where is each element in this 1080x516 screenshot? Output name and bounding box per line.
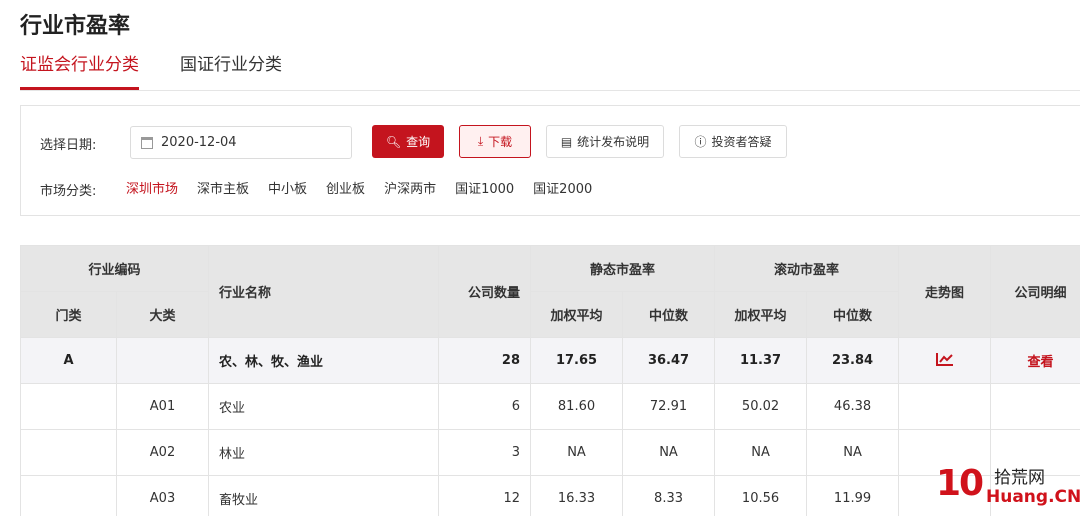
page-title: 行业市盈率 (20, 14, 131, 39)
market-item-shenzhen[interactable]: 深圳市场 (126, 178, 178, 197)
cell-category (20, 383, 117, 430)
cell-rolling-avg: 11.37 (714, 337, 808, 384)
header-static-weighted-avg: 加权平均 (530, 291, 624, 338)
table-row: A01 农业 6 81.60 72.91 50.02 46.38 (20, 383, 1080, 430)
cell-rolling-avg: 50.02 (714, 383, 808, 430)
cell-rolling-median: 46.38 (806, 383, 900, 430)
date-input[interactable]: 2020-12-04 (130, 126, 352, 159)
market-item-chinext[interactable]: 创业板 (326, 178, 365, 197)
date-value: 2020-12-04 (161, 135, 237, 150)
explain-button[interactable]: ▤ 统计发布说明 (546, 125, 664, 158)
question-icon: ⓘ (694, 135, 707, 149)
header-rolling-weighted-avg: 加权平均 (714, 291, 808, 338)
header-rolling-median: 中位数 (806, 291, 900, 338)
header-company-count: 公司数量 (438, 245, 532, 338)
cell-major: A03 (115, 475, 210, 516)
date-label: 选择日期: (40, 138, 97, 153)
table-row: A02 林业 3 NA NA NA NA (20, 429, 1080, 476)
market-list: 深圳市场 深市主板 中小板 创业板 沪深两市 国证1000 国证2000 (126, 178, 611, 197)
market-item-sz-main[interactable]: 深市主板 (197, 178, 249, 197)
cell-industry-name: 农业 (208, 383, 440, 430)
watermark-cn-text: 拾荒网 (994, 468, 1045, 488)
cell-industry-name: 农、林、牧、渔业 (208, 337, 440, 384)
header-major: 大类 (115, 291, 210, 338)
cell-industry-name: 畜牧业 (208, 475, 440, 516)
market-item-cni1000[interactable]: 国证1000 (455, 178, 514, 197)
market-label: 市场分类: (40, 184, 97, 199)
cell-company-count: 3 (438, 429, 532, 476)
watermark-logo-mark: 10 (936, 463, 984, 504)
faq-button[interactable]: ⓘ 投资者答疑 (679, 125, 787, 158)
header-static-pe: 静态市盈率 (530, 245, 716, 292)
cell-category: A (20, 337, 117, 384)
market-item-sh-sz[interactable]: 沪深两市 (384, 178, 436, 197)
cell-industry-name: 林业 (208, 429, 440, 476)
query-button[interactable]: 🔍︎ 查询 (372, 125, 444, 158)
cell-rolling-median: NA (806, 429, 900, 476)
cell-company-count: 28 (438, 337, 532, 384)
watermark-logo: 10 拾荒网 Huang.CN (936, 463, 1080, 511)
download-button-label: 下载 (488, 135, 513, 149)
cell-major: A02 (115, 429, 210, 476)
classification-tabs: 证监会行业分类 国证行业分类 (20, 52, 1080, 92)
cell-rolling-avg: 10.56 (714, 475, 808, 516)
cell-static-median: 36.47 (622, 337, 716, 384)
header-detail: 公司明细 (990, 245, 1080, 338)
faq-button-label: 投资者答疑 (711, 135, 772, 149)
download-icon: ⤓ (477, 134, 484, 148)
view-detail-link[interactable]: 查看 (1028, 355, 1054, 370)
cell-static-median: 72.91 (622, 383, 716, 430)
table-row: A 农、林、牧、渔业 28 17.65 36.47 11.37 23.84 查看 (20, 337, 1080, 384)
cell-static-avg: NA (530, 429, 624, 476)
document-icon: ▤ (560, 134, 573, 149)
tab-divider (20, 90, 1080, 91)
cell-static-avg: 17.65 (530, 337, 624, 384)
cell-static-median: NA (622, 429, 716, 476)
tab-cni-classification[interactable]: 国证行业分类 (180, 52, 282, 90)
cell-rolling-avg: NA (714, 429, 808, 476)
cell-company-count: 12 (438, 475, 532, 516)
cell-major: A01 (115, 383, 210, 430)
header-industry-code: 行业编码 (19, 245, 210, 292)
cell-static-avg: 81.60 (530, 383, 624, 430)
cell-category (20, 429, 117, 476)
calendar-icon (141, 136, 153, 149)
header-rolling-pe: 滚动市盈率 (714, 245, 900, 292)
explain-button-label: 统计发布说明 (577, 135, 650, 149)
download-button[interactable]: ⤓ 下载 (459, 125, 531, 158)
query-button-label: 查询 (406, 135, 431, 149)
watermark-en-text: Huang.CN (986, 487, 1080, 507)
cell-category (20, 475, 117, 516)
header-static-median: 中位数 (622, 291, 716, 338)
tab-csrc-classification[interactable]: 证监会行业分类 (20, 52, 139, 90)
cell-detail: 查看 (990, 337, 1080, 384)
market-item-sme[interactable]: 中小板 (268, 178, 307, 197)
cell-company-count: 6 (438, 383, 532, 430)
header-category: 门类 (20, 291, 117, 338)
header-trend: 走势图 (898, 245, 992, 338)
cell-static-median: 8.33 (622, 475, 716, 516)
header-industry-name: 行业名称 (208, 245, 440, 338)
trend-chart-icon[interactable] (935, 352, 954, 366)
cell-rolling-median: 23.84 (806, 337, 900, 384)
cell-rolling-median: 11.99 (806, 475, 900, 516)
cell-trend (898, 337, 992, 384)
market-item-cni2000[interactable]: 国证2000 (533, 178, 592, 197)
cell-trend (898, 383, 992, 430)
cell-static-avg: 16.33 (530, 475, 624, 516)
table-row: A03 畜牧业 12 16.33 8.33 10.56 11.99 (20, 475, 1080, 516)
cell-major (115, 337, 210, 384)
search-icon: 🔍︎ (385, 134, 402, 149)
cell-detail (990, 383, 1080, 430)
pe-table: 行业编码 行业名称 公司数量 静态市盈率 滚动市盈率 走势图 公司明细 门类 大… (19, 245, 1080, 516)
filter-panel: 选择日期: 2020-12-04 🔍︎ 查询 ⤓ 下载 ▤ 统计发布说明 ⓘ 投… (20, 105, 1080, 216)
